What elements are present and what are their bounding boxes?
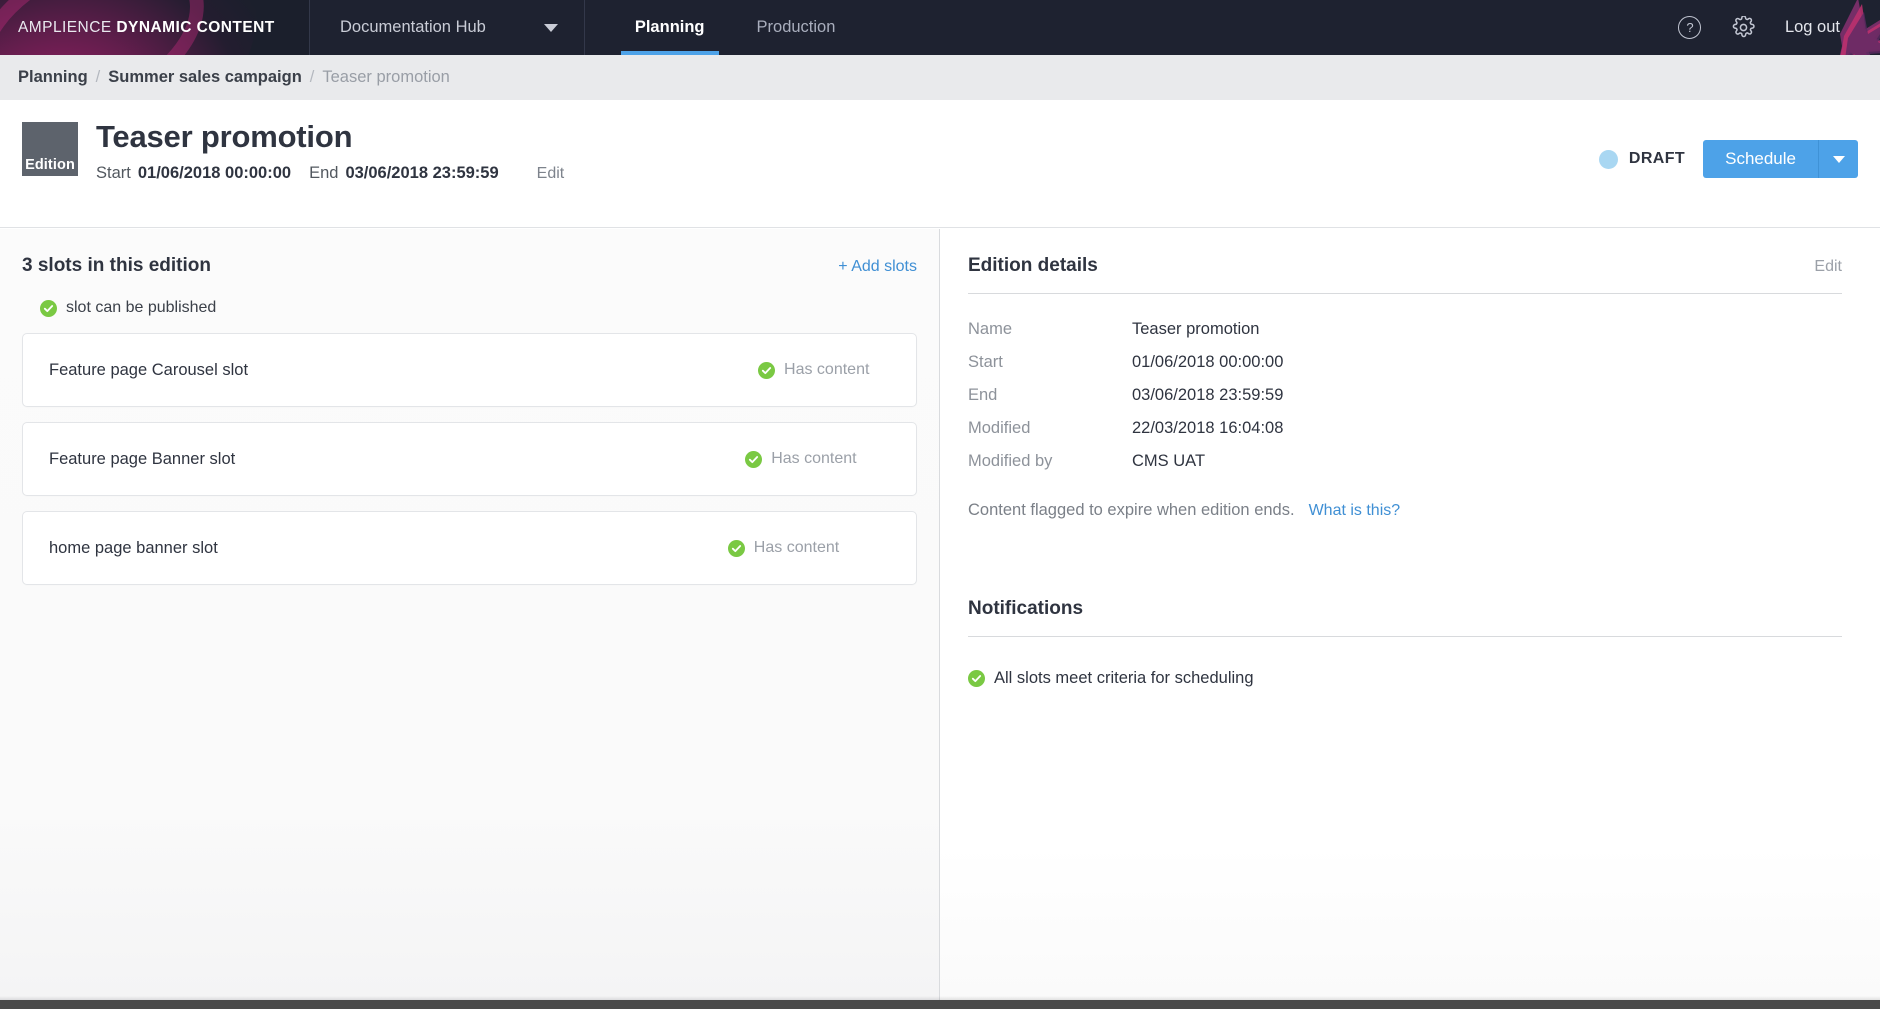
- chevron-down-icon: [543, 23, 558, 32]
- window-bottom-bar: [0, 1000, 1880, 1009]
- slots-legend: slot can be published: [40, 299, 917, 317]
- slot-name: Feature page Banner slot: [49, 449, 236, 468]
- detail-row: Modified 22/03/2018 16:04:08: [968, 419, 1842, 438]
- help-button[interactable]: ?: [1663, 0, 1717, 55]
- detail-row: Name Teaser promotion: [968, 320, 1842, 339]
- edition-type-badge: Edition: [22, 122, 78, 176]
- start-value: 01/06/2018 00:00:00: [137, 163, 292, 182]
- tab-planning[interactable]: Planning: [609, 0, 731, 55]
- slot-card[interactable]: Feature page Banner slot Has content: [22, 422, 917, 496]
- brand-text: AMPLIENCE DYNAMIC CONTENT: [18, 19, 275, 37]
- help-glyph: ?: [1686, 20, 1694, 35]
- status-label: DRAFT: [1628, 150, 1686, 167]
- schedule-button[interactable]: Schedule: [1703, 140, 1818, 178]
- slot-status: Has content: [745, 450, 857, 468]
- notification-item: All slots meet criteria for scheduling: [968, 669, 1842, 688]
- detail-key: End: [968, 386, 998, 404]
- page-header: Edition Teaser promotion Start 01/06/201…: [0, 100, 1880, 228]
- detail-key: Modified: [968, 419, 1031, 437]
- slot-status-label: Has content: [784, 361, 870, 378]
- nav-right-actions: ? Log out: [1663, 0, 1880, 55]
- detail-value: Teaser promotion: [1132, 320, 1260, 338]
- slot-card[interactable]: Feature page Carousel slot Has content: [22, 333, 917, 407]
- breadcrumb-separator: /: [309, 68, 315, 86]
- page-header-texts: Teaser promotion Start 01/06/2018 00:00:…: [96, 118, 564, 183]
- edition-details-title: Edition details: [968, 255, 1098, 276]
- page-header-actions: DRAFT Schedule: [1598, 140, 1880, 178]
- top-navigation-bar: AMPLIENCE DYNAMIC CONTENT Documentation …: [0, 0, 1880, 55]
- breadcrumb: Planning / Summer sales campaign / Tease…: [0, 55, 1880, 100]
- details-panel: Edition details Edit Name Teaser promoti…: [940, 229, 1880, 1000]
- hub-selector[interactable]: Documentation Hub: [310, 0, 585, 55]
- tab-planning-label: Planning: [634, 18, 705, 36]
- slot-status-label: Has content: [753, 539, 840, 556]
- detail-key: Modified by: [968, 452, 1053, 470]
- brand-name-bold: DYNAMIC CONTENT: [116, 18, 275, 36]
- notifications-panel: Notifications All slots meet criteria fo…: [968, 598, 1842, 688]
- detail-value: 03/06/2018 23:59:59: [1132, 386, 1284, 404]
- edition-details-header: Edition details Edit: [968, 255, 1842, 294]
- gear-icon: [1733, 16, 1756, 38]
- breadcrumb-item-planning[interactable]: Planning: [18, 68, 88, 87]
- slot-name: home page banner slot: [49, 538, 218, 557]
- chevron-down-icon: [1832, 155, 1845, 163]
- expire-note-text: Content flagged to expire when edition e…: [968, 501, 1295, 519]
- primary-tabs: Planning Production: [585, 0, 862, 55]
- status-dot-icon: [1598, 149, 1618, 169]
- start-label: Start: [96, 163, 131, 182]
- detail-key: Start: [968, 353, 1003, 371]
- slots-panel-header: 3 slots in this edition + Add slots: [22, 255, 917, 277]
- detail-row: End 03/06/2018 23:59:59: [968, 386, 1842, 405]
- detail-value: 01/06/2018 00:00:00: [1132, 353, 1284, 371]
- brand-logo[interactable]: AMPLIENCE DYNAMIC CONTENT: [0, 0, 310, 55]
- detail-value: 22/03/2018 16:04:08: [1132, 419, 1284, 437]
- add-slots-link[interactable]: + Add slots: [838, 258, 917, 276]
- notification-message: All slots meet criteria for scheduling: [994, 669, 1254, 687]
- slot-status: Has content: [758, 361, 869, 379]
- green-check-icon: [727, 539, 745, 557]
- schedule-split-button: Schedule: [1703, 140, 1858, 178]
- slots-panel: 3 slots in this edition + Add slots slot…: [0, 229, 940, 1000]
- logout-button[interactable]: Log out: [1771, 18, 1862, 37]
- notifications-title: Notifications: [968, 598, 1084, 619]
- slots-panel-title: 3 slots in this edition: [22, 255, 211, 276]
- app-window: AMPLIENCE DYNAMIC CONTENT Documentation …: [0, 0, 1880, 1009]
- detail-row: Start 01/06/2018 00:00:00: [968, 353, 1842, 372]
- green-check-icon: [758, 361, 776, 379]
- schedule-dropdown-button[interactable]: [1818, 140, 1858, 178]
- page-title: Teaser promotion: [96, 119, 353, 154]
- status-badge: DRAFT: [1598, 149, 1686, 169]
- end-label: End: [309, 163, 339, 182]
- expire-note: Content flagged to expire when edition e…: [968, 501, 1842, 520]
- slot-status: Has content: [727, 539, 840, 557]
- slot-card[interactable]: home page banner slot Has content: [22, 511, 917, 585]
- detail-row: Modified by CMS UAT: [968, 452, 1842, 471]
- notifications-header: Notifications: [968, 598, 1842, 637]
- question-mark-circle-icon: ?: [1678, 16, 1702, 39]
- edition-date-range: Start 01/06/2018 00:00:00 End 03/06/2018…: [96, 164, 564, 183]
- tab-production[interactable]: Production: [731, 0, 862, 55]
- slot-status-label: Has content: [771, 450, 857, 467]
- slot-list: Feature page Carousel slot Has content F…: [22, 333, 917, 585]
- detail-value: CMS UAT: [1132, 452, 1206, 470]
- slot-name: Feature page Carousel slot: [49, 360, 249, 379]
- slots-legend-label: slot can be published: [66, 299, 217, 316]
- green-check-icon: [745, 450, 763, 468]
- green-check-icon: [968, 670, 985, 687]
- breadcrumb-separator: /: [95, 68, 101, 86]
- hub-selector-label: Documentation Hub: [340, 18, 486, 36]
- settings-button[interactable]: [1717, 0, 1771, 55]
- breadcrumb-item-campaign[interactable]: Summer sales campaign: [108, 68, 302, 87]
- edition-details-table: Name Teaser promotion Start 01/06/2018 0…: [968, 320, 1842, 471]
- content-area: 3 slots in this edition + Add slots slot…: [0, 229, 1880, 1000]
- what-is-this-link[interactable]: What is this?: [1309, 502, 1401, 520]
- green-check-icon: [40, 299, 57, 317]
- edition-details-edit-link[interactable]: Edit: [1814, 258, 1842, 276]
- edit-dates-link[interactable]: Edit: [537, 165, 565, 183]
- brand-name-light: AMPLIENCE: [18, 18, 117, 36]
- detail-key: Name: [968, 320, 1013, 338]
- end-value: 03/06/2018 23:59:59: [345, 163, 499, 182]
- breadcrumb-item-current: Teaser promotion: [322, 68, 450, 86]
- tab-production-label: Production: [756, 18, 836, 36]
